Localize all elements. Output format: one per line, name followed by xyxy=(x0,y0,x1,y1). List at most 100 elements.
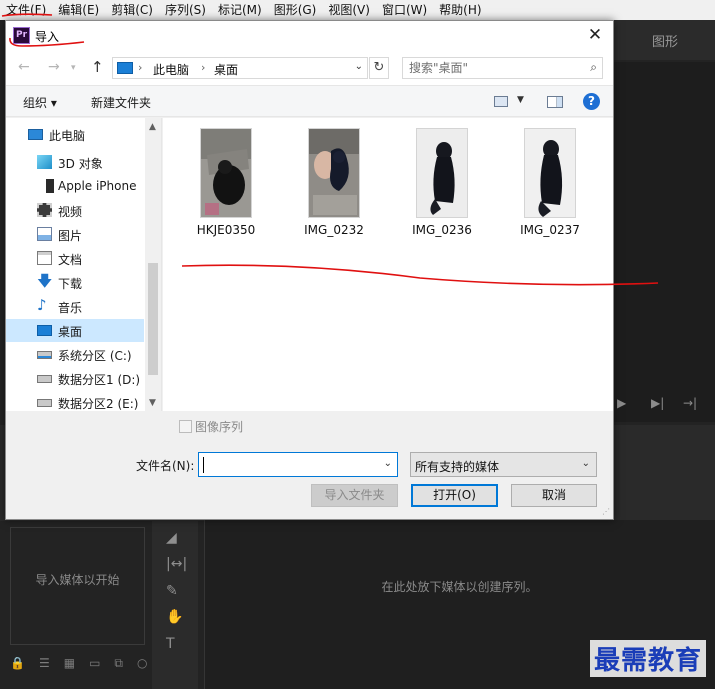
resize-grip-icon[interactable]: ⋰ xyxy=(602,507,610,516)
menu-graphics[interactable]: 图形(G) xyxy=(268,0,323,20)
navigation-pane-scrollbar[interactable]: ▲ ▼ xyxy=(145,118,161,411)
back-arrow-icon[interactable]: ← xyxy=(18,59,30,75)
file-item[interactable]: IMG_0236 xyxy=(379,118,487,248)
scrollbar-thumb[interactable] xyxy=(148,263,158,375)
search-input[interactable] xyxy=(409,59,579,77)
premiere-app-icon: Pr xyxy=(13,27,30,44)
sort-icons-icon[interactable]: ⧉ xyxy=(114,656,123,671)
sidebar-item[interactable]: 此电脑 xyxy=(6,123,144,146)
video-icon xyxy=(37,203,52,217)
change-view-icon[interactable] xyxy=(494,96,508,107)
chevron-down-icon[interactable]: ⌄ xyxy=(355,61,363,72)
file-item[interactable]: HKJE0350 xyxy=(163,118,271,248)
up-arrow-icon[interactable]: ↑ xyxy=(91,58,104,76)
filename-combobox[interactable]: ⌄ xyxy=(198,452,398,477)
breadcrumb-desktop[interactable]: 桌面 xyxy=(214,61,238,78)
sidebar-item[interactable]: ♪ 音乐 xyxy=(6,295,144,318)
preview-pane-icon[interactable] xyxy=(547,96,563,108)
zoom-slider-icon[interactable]: ○ xyxy=(137,656,147,671)
drop-media-hint: 在此处放下媒体以创建序列。 xyxy=(381,580,538,594)
go-to-out-icon[interactable]: →| xyxy=(683,396,697,410)
file-item[interactable]: IMG_0237 xyxy=(487,118,595,248)
menu-file[interactable]: 文件(F) xyxy=(0,0,52,20)
menu-clip[interactable]: 剪辑(C) xyxy=(105,0,159,20)
razor-tool-icon[interactable]: ◢ xyxy=(166,530,177,546)
sidebar-item-label: 3D 对象 xyxy=(58,157,103,171)
import-media-hint[interactable]: 导入媒体以开始 xyxy=(10,571,145,588)
image-sequence-checkbox[interactable] xyxy=(179,420,192,433)
pen-tool-icon[interactable]: ✎ xyxy=(166,583,178,599)
menu-view[interactable]: 视图(V) xyxy=(322,0,376,20)
refresh-button[interactable]: ↻ xyxy=(369,57,389,79)
sidebar-item-label: 文档 xyxy=(58,253,83,267)
drive-c-icon xyxy=(37,351,52,359)
menu-edit[interactable]: 编辑(E) xyxy=(52,0,105,20)
menu-markers[interactable]: 标记(M) xyxy=(212,0,268,20)
text-caret xyxy=(203,457,204,473)
menu-help[interactable]: 帮助(H) xyxy=(433,0,487,20)
view-options-chevron-icon[interactable]: ▼ xyxy=(517,95,524,105)
sidebar-item[interactable]: 文档 xyxy=(6,247,144,270)
play-icon[interactable]: ▶ xyxy=(617,396,626,410)
menu-sequence[interactable]: 序列(S) xyxy=(159,0,212,20)
list-view-icon[interactable]: ☰ xyxy=(39,656,50,671)
recent-locations-chevron-icon[interactable]: ▾ xyxy=(71,63,76,73)
sidebar-item[interactable]: 🡇 下载 xyxy=(6,271,144,294)
sidebar-item[interactable]: 桌面 xyxy=(6,319,144,342)
address-bar[interactable]: › 此电脑 › 桌面 ⌄ xyxy=(112,57,368,79)
organize-button[interactable]: 组织 ▾ xyxy=(23,94,57,111)
type-tool-icon[interactable]: T xyxy=(166,636,175,652)
sidebar-item[interactable]: 图片 xyxy=(6,223,144,246)
icon-view-icon[interactable]: ▦ xyxy=(64,656,75,671)
sidebar-item[interactable]: 数据分区1 (D:) xyxy=(6,367,144,390)
sidebar-item[interactable]: Apple iPhone xyxy=(6,175,144,198)
filename-input[interactable] xyxy=(203,456,373,474)
file-item[interactable]: IMG_0232 xyxy=(271,118,379,248)
search-box[interactable]: ⌕ xyxy=(402,57,603,79)
slip-tool-icon[interactable]: |↔| xyxy=(166,556,187,572)
sidebar-item[interactable]: 系统分区 (C:) xyxy=(6,343,144,366)
lock-icon[interactable]: 🔒 xyxy=(10,656,25,671)
dog-on-pavement-thumbnail xyxy=(200,128,252,218)
navigation-bar: ← → ▾ ↑ › 此电脑 › 桌面 ⌄ ↻ ⌕ xyxy=(6,51,613,85)
sidebar-item[interactable]: 数据分区2 (E:) xyxy=(6,391,144,414)
tab-graphics[interactable]: 图形 xyxy=(652,31,678,50)
chevron-down-icon[interactable]: ⌄ xyxy=(384,458,392,469)
drive-e-icon xyxy=(37,399,52,407)
new-folder-button[interactable]: 新建文件夹 xyxy=(91,94,151,111)
dialog-title: 导入 xyxy=(35,30,60,44)
freeform-view-icon[interactable]: ▭ xyxy=(89,656,100,671)
sidebar-item[interactable]: 3D 对象 xyxy=(6,151,144,174)
download-icon: 🡇 xyxy=(37,272,53,290)
menu-window[interactable]: 窗口(W) xyxy=(376,0,433,20)
sidebar-item-label: 音乐 xyxy=(58,301,83,315)
chevron-down-icon[interactable]: ⌄ xyxy=(582,458,590,469)
breadcrumb-this-pc[interactable]: 此电脑 xyxy=(153,61,189,78)
scroll-down-icon[interactable]: ▼ xyxy=(149,398,156,408)
file-type-select[interactable]: 所有支持的媒体 ⌄ xyxy=(410,452,597,477)
breadcrumb-separator-icon: › xyxy=(138,61,143,74)
forward-arrow-icon[interactable]: → xyxy=(48,59,60,75)
sidebar-item[interactable]: 视频 xyxy=(6,199,144,222)
sidebar-item-label: 数据分区1 (D:) xyxy=(58,373,141,387)
sidebar-item-label: Apple iPhone xyxy=(58,179,137,193)
image-sequence-label: 图像序列 xyxy=(195,420,244,434)
help-icon[interactable]: ? xyxy=(583,93,600,110)
hand-tool-icon[interactable]: ✋ xyxy=(166,609,183,625)
computer-icon xyxy=(28,129,43,140)
black-dog-sitting-thumbnail xyxy=(416,128,468,218)
open-button[interactable]: 打开(O) xyxy=(411,484,498,507)
project-panel-footer: 🔒 ☰ ▦ ▭ ⧉ ○ xyxy=(10,656,147,671)
step-forward-icon[interactable]: ▶| xyxy=(651,396,664,410)
cancel-button[interactable]: 取消 xyxy=(511,484,597,507)
close-button[interactable]: ✕ xyxy=(585,25,605,45)
file-name: IMG_0237 xyxy=(520,223,580,237)
file-type-value: 所有支持的媒体 xyxy=(415,460,500,474)
desktop-icon xyxy=(37,325,52,336)
sidebar-item-label: 系统分区 (C:) xyxy=(58,349,132,363)
sidebar-item-label: 数据分区2 (E:) xyxy=(58,397,139,411)
search-icon[interactable]: ⌕ xyxy=(590,60,597,75)
scroll-up-icon[interactable]: ▲ xyxy=(149,122,156,132)
breadcrumb-separator-icon: › xyxy=(201,61,206,74)
import-folder-button[interactable]: 导入文件夹 xyxy=(311,484,398,507)
